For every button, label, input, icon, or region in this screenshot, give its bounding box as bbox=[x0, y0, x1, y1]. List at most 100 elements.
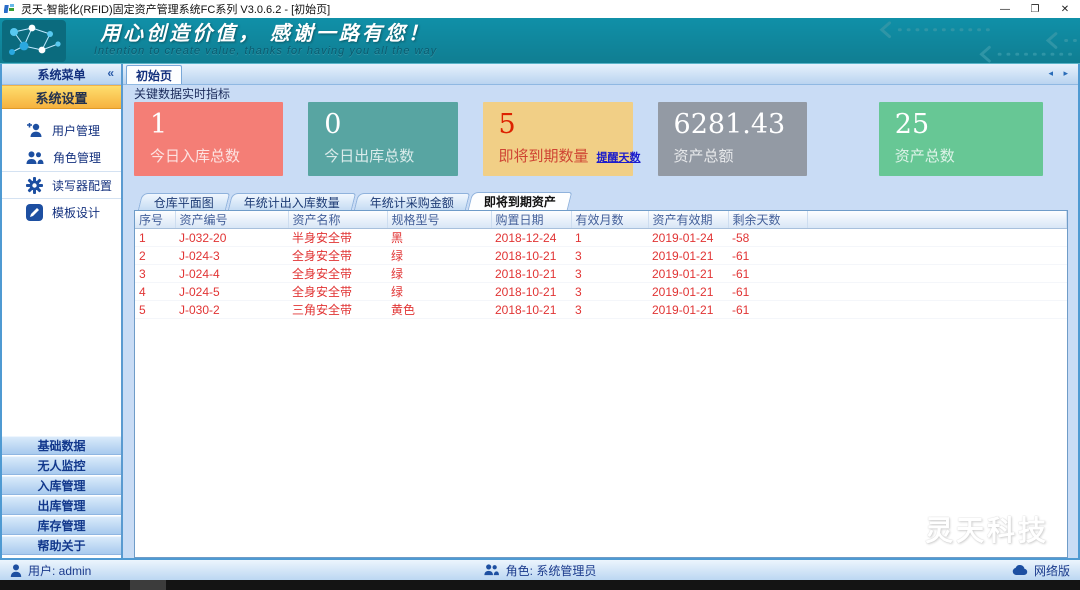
table-row[interactable]: 3J-024-4全身安全带绿2018-10-2132019-01-21-61 bbox=[135, 265, 1067, 283]
main-region: 系统菜单 « 系统设置 用户管理 bbox=[0, 64, 1080, 558]
asset-grid-panel: 序号资产编号资产名称规格型号购置日期有效月数资产有效期剩余天数 1J-032-2… bbox=[134, 210, 1068, 558]
kpi-label-text: 即将到期数量 bbox=[499, 145, 589, 166]
tab-yearly-purchase-amount[interactable]: 年统计采购金额 bbox=[354, 193, 470, 210]
sidebar: 系统菜单 « 系统设置 用户管理 bbox=[2, 64, 123, 558]
asset-table: 序号资产编号资产名称规格型号购置日期有效月数资产有效期剩余天数 1J-032-2… bbox=[135, 211, 1067, 319]
column-header[interactable]: 有效月数 bbox=[571, 211, 648, 229]
table-cell: 三角安全带 bbox=[288, 301, 387, 319]
table-cell: 2018-10-21 bbox=[491, 283, 571, 301]
table-cell: 1 bbox=[571, 229, 648, 247]
kpi-card-inbound-today: 1 今日入库总数 bbox=[134, 102, 283, 176]
status-user: 用户: admin bbox=[28, 562, 91, 579]
table-cell: 绿 bbox=[387, 247, 491, 265]
table-cell: J-030-2 bbox=[175, 301, 288, 319]
table-cell: -61 bbox=[728, 283, 807, 301]
collapse-icon[interactable]: « bbox=[107, 66, 114, 80]
sidebar-group-outbound[interactable]: 出库管理 bbox=[2, 496, 121, 515]
kpi-card-asset-total-count: 25 资产总数 bbox=[879, 102, 1043, 176]
users-icon bbox=[26, 151, 44, 165]
status-role: 角色: 系统管理员 bbox=[506, 562, 597, 579]
table-cell: 3 bbox=[571, 247, 648, 265]
table-row[interactable]: 5J-030-2三角安全带黄色2018-10-2132019-01-21-61 bbox=[135, 301, 1067, 319]
pencil-icon bbox=[26, 204, 43, 221]
table-cell: 2019-01-24 bbox=[648, 229, 728, 247]
sidebar-group-unmanned-monitor[interactable]: 无人监控 bbox=[2, 456, 121, 475]
sidebar-item-label: 用户管理 bbox=[52, 122, 100, 139]
sidebar-item-template-design[interactable]: 模板设计 bbox=[2, 198, 121, 225]
column-header[interactable]: 资产名称 bbox=[288, 211, 387, 229]
sidebar-item-label: 读写器配置 bbox=[52, 177, 112, 194]
table-cell: 2019-01-21 bbox=[648, 301, 728, 319]
table-row[interactable]: 2J-024-3全身安全带绿2018-10-2132019-01-21-61 bbox=[135, 247, 1067, 265]
sidebar-item-role-management[interactable]: 角色管理 bbox=[2, 144, 121, 171]
kpi-value: 0 bbox=[324, 110, 457, 140]
column-header[interactable]: 剩余天数 bbox=[728, 211, 807, 229]
column-header[interactable]: 资产有效期 bbox=[648, 211, 728, 229]
banner-decoration bbox=[840, 18, 1080, 63]
table-row[interactable]: 1J-032-20半身安全带黑2018-12-2412019-01-24-58 bbox=[135, 229, 1067, 247]
network-logo-icon bbox=[2, 20, 68, 62]
column-header[interactable]: 购置日期 bbox=[491, 211, 571, 229]
kpi-card-asset-total-value: 6281.43 资产总额 bbox=[658, 102, 807, 176]
table-cell: 2018-10-21 bbox=[491, 247, 571, 265]
table-row[interactable]: 4J-024-5全身安全带绿2018-10-2132019-01-21-61 bbox=[135, 283, 1067, 301]
table-cell: 2018-12-24 bbox=[491, 229, 571, 247]
kpi-label-text: 今日出库总数 bbox=[324, 145, 457, 166]
cloud-icon bbox=[1012, 565, 1028, 576]
kpi-value: 6281.43 bbox=[674, 110, 807, 140]
tab-home-page[interactable]: 初始页 bbox=[126, 65, 182, 84]
user-icon bbox=[10, 564, 22, 577]
column-header[interactable]: 序号 bbox=[135, 211, 175, 229]
tab-expiring-assets[interactable]: 即将到期资产 bbox=[468, 192, 573, 210]
tab-nav-arrows[interactable]: ◂ ▸ bbox=[1048, 68, 1072, 79]
kpi-label-text: 资产总额 bbox=[674, 145, 807, 166]
table-cell: 黑 bbox=[387, 229, 491, 247]
minimize-button[interactable]: — bbox=[990, 0, 1020, 18]
sidebar-group-help-about[interactable]: 帮助关于 bbox=[2, 536, 121, 555]
sidebar-item-reader-config[interactable]: 读写器配置 bbox=[2, 171, 121, 198]
table-cell: 1 bbox=[135, 229, 175, 247]
table-cell: 2019-01-21 bbox=[648, 247, 728, 265]
remind-days-link[interactable]: 提醒天数 bbox=[597, 149, 641, 165]
sidebar-group-basic-data[interactable]: 基础数据 bbox=[2, 436, 121, 455]
column-header[interactable]: 规格型号 bbox=[387, 211, 491, 229]
sidebar-item-label: 角色管理 bbox=[53, 149, 101, 166]
panel-tabstrip: 仓库平面图 年统计出入库数量 年统计采购金额 即将到期资产 bbox=[134, 192, 1068, 210]
table-cell: -61 bbox=[728, 247, 807, 265]
sidebar-item-user-management[interactable]: 用户管理 bbox=[2, 117, 121, 144]
vendor-watermark: 灵天科技 bbox=[879, 509, 1049, 549]
tab-label: 年统计采购金额 bbox=[370, 194, 454, 211]
table-cell: J-024-5 bbox=[175, 283, 288, 301]
tab-warehouse-floorplan[interactable]: 仓库平面图 bbox=[138, 193, 230, 210]
maximize-button[interactable]: ❐ bbox=[1020, 0, 1050, 18]
kpi-cards: 1 今日入库总数 0 今日出库总数 5 即将到期数量 提醒天数 bbox=[134, 102, 1068, 176]
titlebar: 灵天-智能化(RFID)固定资产管理系统FC系列 V3.0.6.2 - [初始页… bbox=[0, 0, 1080, 18]
tab-yearly-inout-count[interactable]: 年统计出入库数量 bbox=[228, 193, 356, 210]
table-cell: 绿 bbox=[387, 265, 491, 283]
sidebar-group-inbound[interactable]: 入库管理 bbox=[2, 476, 121, 495]
table-header: 序号资产编号资产名称规格型号购置日期有效月数资产有效期剩余天数 bbox=[135, 211, 1067, 229]
table-cell: -58 bbox=[728, 229, 807, 247]
gear-icon bbox=[26, 177, 43, 194]
table-cell-filler bbox=[807, 265, 1067, 283]
column-header[interactable]: 资产编号 bbox=[175, 211, 288, 229]
taskbar-strip bbox=[0, 580, 1080, 590]
role-users-icon bbox=[484, 564, 500, 576]
wechat-logo-icon bbox=[879, 513, 919, 545]
sidebar-group-system-settings[interactable]: 系统设置 bbox=[2, 85, 121, 109]
sidebar-group-inventory[interactable]: 库存管理 bbox=[2, 516, 121, 535]
table-cell: 半身安全带 bbox=[288, 229, 387, 247]
kpi-value: 25 bbox=[895, 110, 1043, 140]
table-cell: J-024-4 bbox=[175, 265, 288, 283]
document-tabstrip: 初始页 ◂ ▸ bbox=[123, 64, 1078, 85]
table-cell: 3 bbox=[571, 283, 648, 301]
table-cell: 全身安全带 bbox=[288, 283, 387, 301]
close-button[interactable]: ✕ bbox=[1050, 0, 1080, 18]
table-cell: J-032-20 bbox=[175, 229, 288, 247]
statusbar: 用户: admin 角色: 系统管理员 网络版 bbox=[0, 558, 1080, 580]
table-cell: 全身安全带 bbox=[288, 265, 387, 283]
table-cell: 2 bbox=[135, 247, 175, 265]
table-cell: 3 bbox=[135, 265, 175, 283]
table-cell: 全身安全带 bbox=[288, 247, 387, 265]
tab-label: 即将到期资产 bbox=[484, 193, 556, 210]
